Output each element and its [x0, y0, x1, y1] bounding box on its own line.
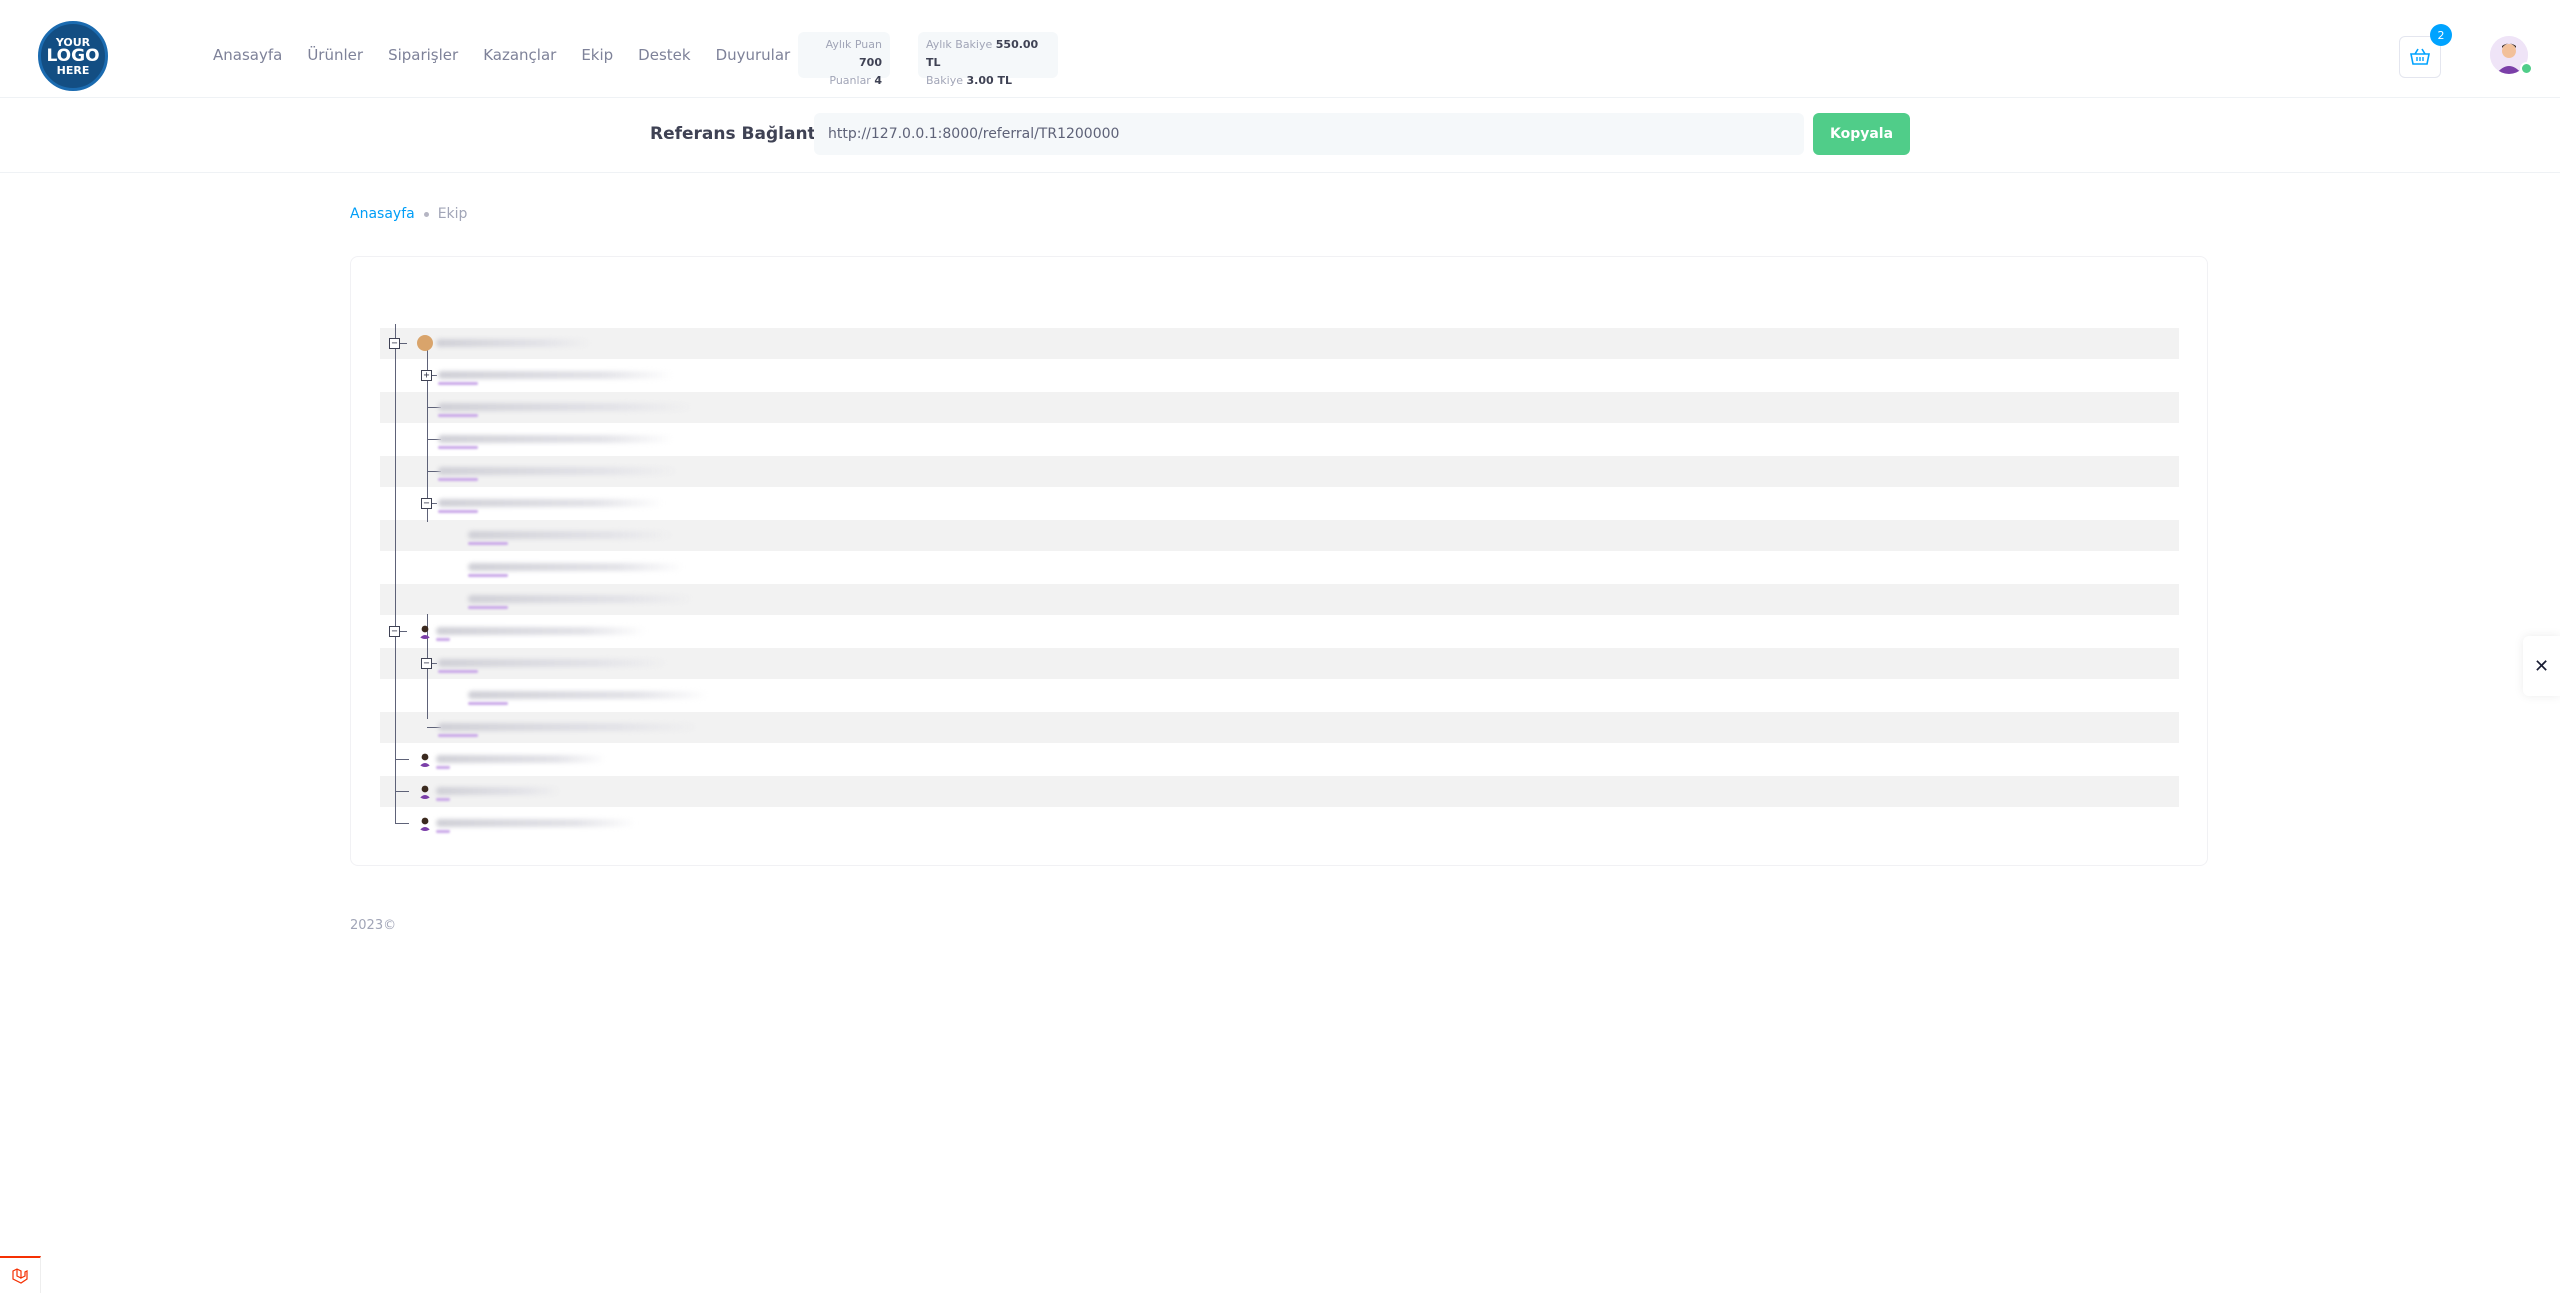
member-name-redacted[interactable]	[438, 371, 673, 379]
member-name-redacted[interactable]	[436, 627, 646, 635]
copy-button[interactable]: Kopyala	[1813, 113, 1910, 155]
member-name-redacted[interactable]	[436, 819, 636, 827]
member-name-redacted[interactable]	[468, 531, 673, 539]
cart-count-badge: 2	[2430, 24, 2452, 46]
member-sub-redacted	[436, 830, 450, 833]
tree-toggle-expand[interactable]: +	[421, 370, 432, 381]
tree-toggle-collapse[interactable]: −	[389, 626, 400, 637]
basket-icon	[2410, 48, 2430, 65]
nav-urunler[interactable]: Ürünler	[307, 46, 363, 64]
tree-row	[380, 328, 2179, 359]
referral-bar: Referans Bağlantısı Kopyala	[0, 98, 2560, 173]
main-nav: Anasayfa Ürünler Siparişler Kazançlar Ek…	[213, 0, 815, 110]
member-avatar-icon	[417, 751, 433, 767]
member-sub-redacted	[438, 478, 478, 481]
tree-toggle-collapse[interactable]: −	[421, 498, 432, 509]
close-panel-button[interactable]: ✕	[2523, 636, 2560, 696]
nav-duyurular[interactable]: Duyurular	[716, 46, 791, 64]
breadcrumb-current: Ekip	[437, 206, 468, 222]
member-sub-redacted	[438, 382, 478, 385]
member-avatar-icon	[417, 783, 433, 799]
member-name-redacted[interactable]	[436, 339, 591, 347]
nav-destek[interactable]: Destek	[638, 46, 690, 64]
member-sub-redacted	[468, 606, 508, 609]
member-name-redacted[interactable]	[438, 659, 668, 667]
close-icon: ✕	[2533, 655, 2550, 677]
member-sub-redacted	[438, 446, 478, 449]
member-name-redacted[interactable]	[436, 755, 606, 763]
tree-connector	[395, 791, 409, 792]
top-header: YOUR LOGO HERE Anasayfa Ürünler Siparişl…	[0, 0, 2560, 98]
member-sub-redacted	[438, 510, 478, 513]
member-sub-redacted	[468, 702, 508, 705]
tree-row	[380, 776, 2179, 807]
member-sub-redacted	[468, 574, 508, 577]
member-name-redacted[interactable]	[468, 691, 708, 699]
member-name-redacted[interactable]	[468, 595, 693, 603]
nav-anasayfa[interactable]: Anasayfa	[213, 46, 282, 64]
referral-label: Referans Bağlantısı	[650, 124, 838, 144]
points-summary: Aylık Puan 700 Puanlar 4	[798, 32, 890, 87]
member-name-redacted[interactable]	[438, 467, 678, 475]
member-avatar-icon	[417, 815, 433, 831]
tree-connector	[395, 324, 396, 824]
tree-connector	[395, 823, 409, 824]
member-name-redacted[interactable]	[438, 435, 673, 443]
tree-toggle-collapse[interactable]: −	[389, 338, 400, 349]
member-name-redacted[interactable]	[438, 403, 693, 411]
nav-siparisler[interactable]: Siparişler	[388, 46, 458, 64]
breadcrumb-home-link[interactable]: Anasayfa	[350, 206, 415, 222]
member-name-redacted[interactable]	[438, 723, 698, 731]
member-name-redacted[interactable]	[438, 499, 663, 507]
online-status-dot	[2520, 62, 2533, 75]
member-sub-redacted	[438, 734, 478, 737]
breadcrumb: Anasayfa Ekip	[350, 206, 467, 222]
referral-url-input[interactable]	[814, 113, 1804, 155]
member-name-redacted[interactable]	[436, 787, 561, 795]
member-avatar-icon	[417, 623, 433, 639]
member-sub-redacted	[436, 638, 450, 641]
tree-connector	[395, 759, 409, 760]
member-name-redacted[interactable]	[468, 563, 683, 571]
member-sub-redacted	[438, 670, 478, 673]
member-sub-redacted	[436, 766, 450, 769]
nav-kazanclar[interactable]: Kazançlar	[483, 46, 556, 64]
member-sub-redacted	[436, 798, 450, 801]
balance-summary: Aylık Bakiye 550.00 TL Bakiye 3.00 TL	[918, 32, 1058, 87]
laravel-logo-icon	[12, 1267, 28, 1284]
footer-copyright: 2023©	[350, 918, 397, 933]
member-sub-redacted	[468, 542, 508, 545]
tree-toggle-collapse[interactable]: −	[421, 658, 432, 669]
nav-ekip[interactable]: Ekip	[581, 46, 613, 64]
member-sub-redacted	[438, 414, 478, 417]
breadcrumb-separator	[423, 211, 429, 217]
team-tree: − + − − −	[380, 324, 2179, 840]
brand-logo[interactable]: YOUR LOGO HERE	[38, 21, 108, 91]
debug-toolbar-toggle[interactable]	[0, 1256, 41, 1293]
member-avatar-icon	[417, 335, 433, 351]
